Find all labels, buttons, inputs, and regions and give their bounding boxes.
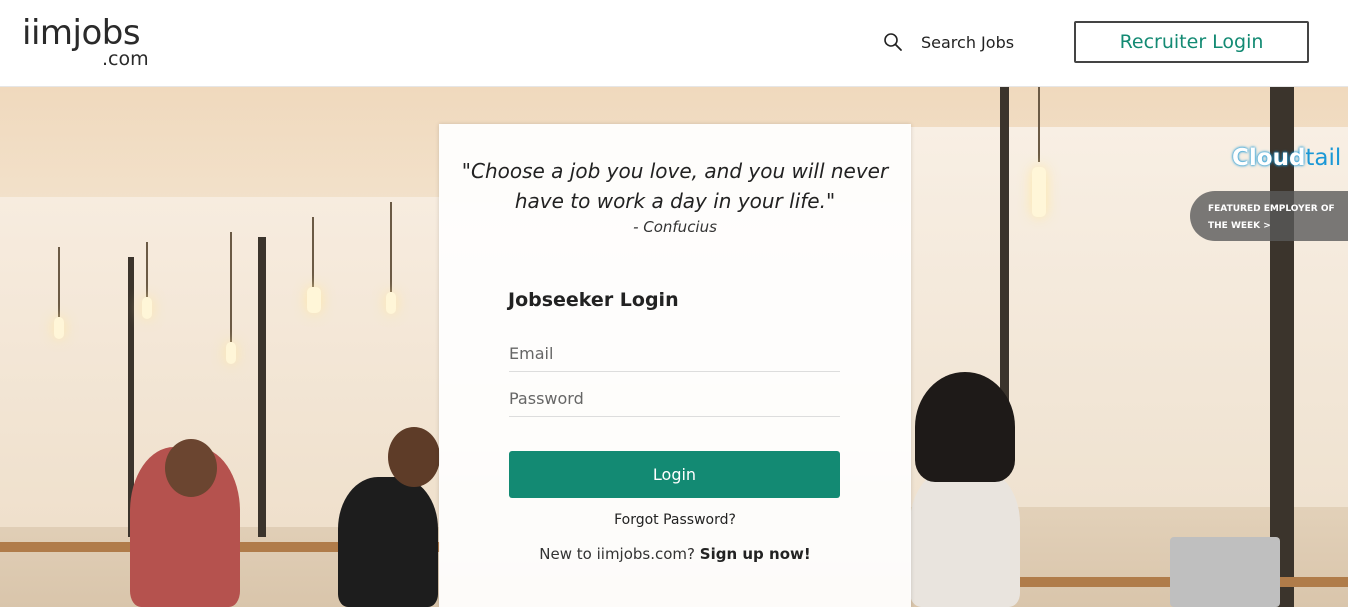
lamp-bulb	[226, 342, 236, 364]
iimjobs-logo[interactable]: iimjobs .com	[22, 14, 162, 70]
featured-label-line2: THE WEEK >	[1208, 221, 1271, 231]
search-jobs-label: Search Jobs	[921, 32, 1015, 52]
logo-main-text: iimjobs	[22, 13, 141, 53]
featured-label-line1: FEATURED EMPLOYER OF	[1208, 204, 1335, 214]
background-person	[915, 372, 1015, 482]
cloudtail-logo[interactable]: Cloudtail	[1232, 145, 1341, 171]
background-person	[910, 467, 1020, 607]
lamp-cord	[230, 232, 232, 342]
lamp-bulb	[142, 297, 152, 319]
site-header: iimjobs .com Search Jobs Recruiter Login	[0, 0, 1348, 87]
search-jobs-link[interactable]: Search Jobs	[883, 30, 1014, 54]
forgot-password-link[interactable]: Forgot Password?	[439, 512, 911, 528]
login-title: Jobseeker Login	[508, 289, 679, 311]
lamp-bulb	[1032, 167, 1046, 217]
login-card: "Choose a job you love, and you will nev…	[439, 124, 911, 607]
quote-line1: "Choose a job you love, and you will nev…	[461, 159, 889, 183]
lamp-cord	[390, 202, 392, 292]
featured-employer-banner[interactable]: FEATURED EMPLOYER OF THE WEEK >	[1190, 191, 1348, 241]
background-person	[388, 427, 440, 487]
signup-prefix: New to iimjobs.com?	[539, 545, 696, 563]
background-person	[338, 477, 438, 607]
login-button[interactable]: Login	[509, 451, 840, 498]
background-person	[165, 439, 217, 497]
lamp-bulb	[307, 287, 321, 313]
lamp-bulb	[386, 292, 396, 314]
lamp-cord	[146, 242, 148, 297]
signup-prompt: New to iimjobs.com? Sign up now!	[439, 545, 911, 563]
quote-text: "Choose a job you love, and you will nev…	[439, 156, 911, 216]
background-pillar	[258, 237, 266, 537]
logo-sub-text: .com	[102, 48, 149, 70]
signup-link[interactable]: Sign up now!	[700, 545, 811, 563]
quote-line2: have to work a day in your life."	[514, 189, 836, 213]
search-icon	[884, 33, 902, 51]
email-field[interactable]	[509, 335, 840, 372]
password-field[interactable]	[509, 380, 840, 417]
recruiter-login-button[interactable]: Recruiter Login	[1074, 21, 1309, 63]
lamp-cord	[58, 247, 60, 317]
lamp-cord	[312, 217, 314, 287]
lamp-bulb	[54, 317, 64, 339]
quote-author: - Confucius	[633, 218, 717, 236]
background-laptop	[1170, 537, 1280, 607]
lamp-cord	[1038, 87, 1040, 162]
